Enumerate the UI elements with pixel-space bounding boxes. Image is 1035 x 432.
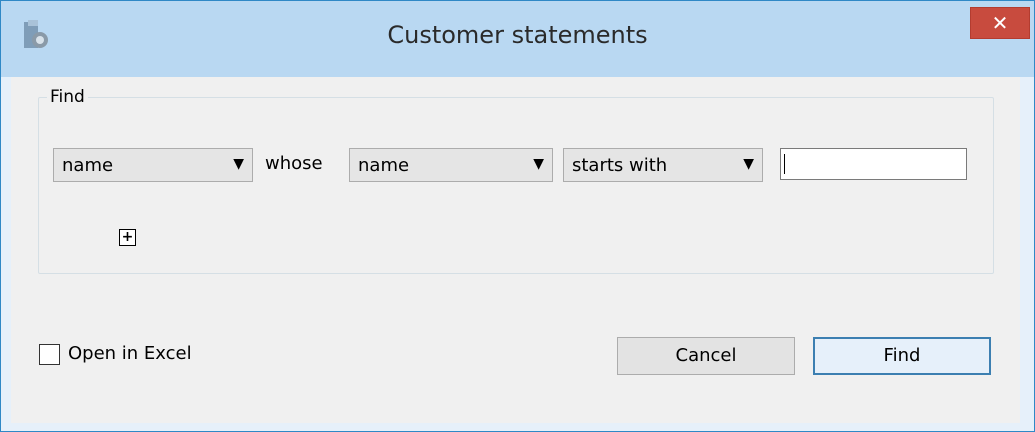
field-select-value: name bbox=[62, 155, 114, 176]
close-icon: ✕ bbox=[991, 11, 1009, 35]
operator-select[interactable]: starts with ▼ bbox=[563, 148, 763, 182]
open-in-excel-checkbox[interactable] bbox=[39, 344, 60, 365]
plus-icon: + bbox=[121, 229, 134, 245]
property-select-value: name bbox=[358, 155, 410, 176]
cancel-button[interactable]: Cancel bbox=[617, 337, 795, 375]
add-criteria-button[interactable]: + bbox=[119, 229, 136, 246]
window-title: Customer statements bbox=[387, 21, 648, 49]
operator-select-value: starts with bbox=[572, 155, 668, 176]
find-button[interactable]: Find bbox=[813, 337, 991, 375]
dialog-body: name ▼ whose name ▼ starts with ▼ + Find… bbox=[11, 77, 1020, 423]
find-group-label: Find bbox=[47, 87, 88, 107]
dialog-window: Customer statements ✕ name ▼ whose name … bbox=[0, 0, 1035, 432]
title-bar[interactable]: Customer statements ✕ bbox=[1, 1, 1034, 77]
open-in-excel-label[interactable]: Open in Excel bbox=[68, 343, 192, 364]
dropdown-arrow-icon: ▼ bbox=[533, 156, 544, 172]
dropdown-arrow-icon: ▼ bbox=[743, 156, 754, 172]
property-select[interactable]: name ▼ bbox=[349, 148, 553, 182]
close-button[interactable]: ✕ bbox=[970, 7, 1030, 39]
field-select[interactable]: name ▼ bbox=[53, 148, 253, 182]
search-value-input[interactable] bbox=[780, 148, 967, 180]
find-groupbox: name ▼ whose name ▼ starts with ▼ + bbox=[38, 97, 994, 274]
text-caret bbox=[784, 154, 785, 174]
whose-label: whose bbox=[265, 153, 323, 174]
dropdown-arrow-icon: ▼ bbox=[233, 156, 244, 172]
